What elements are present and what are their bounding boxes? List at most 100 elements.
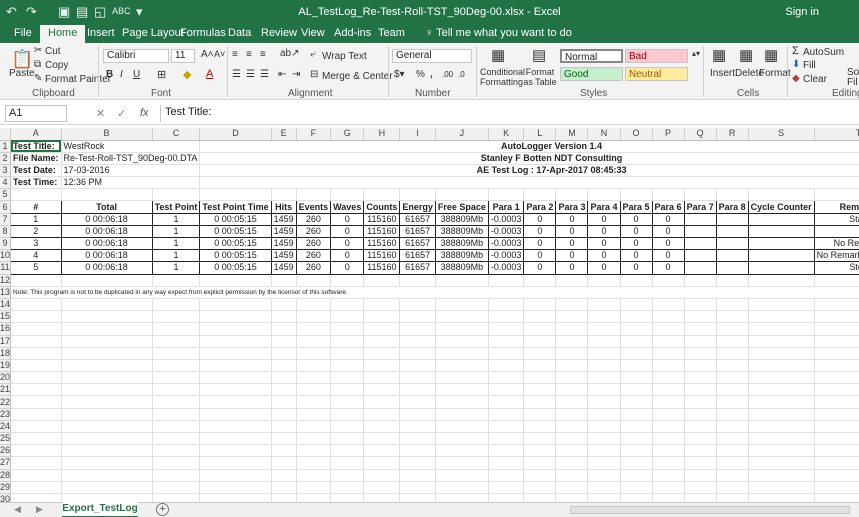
empty-cell[interactable] [620,188,653,202]
table-cell[interactable]: 1459 [270,249,297,263]
tab-team[interactable]: Team [378,25,405,43]
row-header[interactable]: 10 [0,249,11,263]
empty-cell[interactable] [488,298,525,312]
empty-cell[interactable] [488,322,525,336]
empty-cell[interactable] [587,469,621,482]
empty-cell[interactable] [363,188,401,202]
empty-cell[interactable] [814,188,859,202]
empty-cell[interactable] [652,359,685,373]
empty-cell[interactable] [271,383,297,397]
table-header[interactable]: Test Point Time [199,200,272,214]
empty-cell[interactable] [814,395,859,409]
empty-cell[interactable] [684,359,717,373]
table-cell[interactable]: 0 [523,249,557,263]
empty-cell[interactable] [587,408,621,421]
empty-cell[interactable] [199,481,272,494]
empty-cell[interactable] [296,408,332,421]
table-cell[interactable] [747,212,815,226]
empty-cell[interactable] [296,420,332,434]
empty-cell[interactable] [152,310,201,324]
table-cell[interactable]: 1459 [270,224,297,239]
table-cell[interactable]: Start [813,212,859,226]
number-format-select[interactable]: General [392,49,472,63]
empty-cell[interactable] [330,371,365,385]
empty-cell[interactable] [399,188,436,202]
empty-cell[interactable] [152,493,201,502]
table-cell[interactable]: 0 [619,249,653,263]
empty-cell[interactable] [152,188,201,202]
empty-cell[interactable] [10,432,62,446]
empty-cell[interactable] [523,395,557,409]
row-header[interactable]: 25 [0,432,11,446]
info-value[interactable]: 17-03-2016 [61,164,201,178]
wrap-text-button[interactable]: Wrap Text [322,51,367,62]
empty-cell[interactable] [716,359,749,373]
empty-cell[interactable] [363,310,401,324]
table-header[interactable]: Para 6 [651,200,685,214]
empty-cell[interactable] [716,347,749,360]
empty-cell[interactable] [435,481,489,494]
empty-cell[interactable] [10,274,62,287]
empty-cell[interactable] [555,481,589,494]
table-cell[interactable]: 0 [587,224,621,239]
empty-cell[interactable] [199,444,272,458]
empty-cell[interactable] [748,371,815,385]
table-cell[interactable]: 0 00:06:18 [60,212,153,226]
empty-cell[interactable] [587,322,621,336]
empty-cell[interactable] [814,359,859,373]
row-header[interactable]: 24 [0,420,11,434]
empty-cell[interactable] [684,298,717,312]
empty-cell[interactable] [555,493,589,502]
prev-sheet-icon[interactable]: ◀ [14,504,21,515]
table-cell[interactable]: 61657 [399,224,436,239]
row-header[interactable]: 20 [0,371,11,385]
table-cell[interactable] [715,212,749,226]
table-header[interactable]: # [10,200,62,214]
table-cell[interactable]: 0 [651,249,685,263]
table-cell[interactable]: 115160 [363,224,401,239]
empty-cell[interactable] [523,383,557,397]
empty-cell[interactable] [435,310,489,324]
empty-cell[interactable] [523,408,557,421]
empty-cell[interactable] [363,371,401,385]
align-middle-icon[interactable]: ≡ [246,49,252,60]
table-header[interactable]: Remarks [813,200,859,214]
empty-cell[interactable] [814,420,859,434]
empty-cell[interactable] [399,444,436,458]
column-header[interactable]: Q [684,128,717,141]
empty-cell[interactable] [716,420,749,434]
empty-cell[interactable] [587,432,621,446]
empty-cell[interactable] [523,481,557,494]
table-cell[interactable]: 115160 [363,249,401,263]
empty-cell[interactable] [152,298,201,312]
table-cell[interactable]: 0 [555,212,589,226]
empty-cell[interactable] [199,188,272,202]
comma-style-icon[interactable]: , [430,69,433,80]
table-header[interactable]: Counts [363,200,401,214]
clear-icon[interactable]: ◆ [792,73,800,84]
table-cell[interactable]: 5 [10,261,62,275]
empty-cell[interactable] [620,347,653,360]
empty-cell[interactable] [10,310,62,324]
empty-cell[interactable] [587,274,621,287]
format-painter-icon[interactable]: ✎ [34,73,42,84]
table-cell[interactable]: -0.0003 [487,224,525,239]
column-header[interactable]: P [652,128,685,141]
empty-cell[interactable] [555,469,589,482]
empty-cell[interactable] [10,469,62,482]
table-cell[interactable] [715,224,749,239]
table-cell[interactable]: -0.0003 [487,261,525,275]
table-cell[interactable] [747,224,815,239]
table-cell[interactable]: 1 [151,224,201,239]
empty-cell[interactable] [152,469,201,482]
empty-cell[interactable] [363,420,401,434]
empty-cell[interactable] [523,188,557,202]
table-cell[interactable]: 0 [619,212,653,226]
empty-cell[interactable] [620,298,653,312]
empty-cell[interactable] [488,469,525,482]
empty-cell[interactable] [363,408,401,421]
empty-cell[interactable] [435,493,489,502]
empty-cell[interactable] [10,408,62,421]
empty-cell[interactable] [620,371,653,385]
row-header[interactable]: 8 [0,225,11,239]
